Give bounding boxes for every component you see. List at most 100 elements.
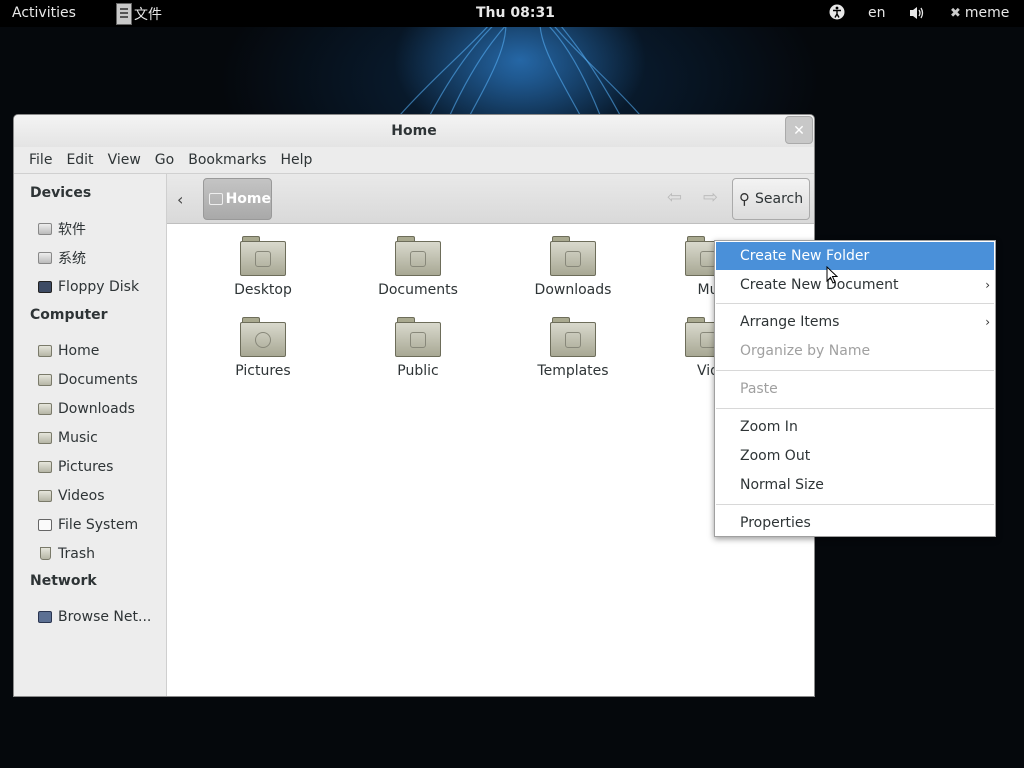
file-label: Documents (378, 282, 458, 298)
file-label: Pictures (235, 363, 291, 379)
menu-item-organize-by-name: Organize by Name (740, 343, 871, 359)
file-label: Public (397, 363, 439, 379)
sidebar-item-label: Floppy Disk (58, 278, 140, 295)
search-label: Search (755, 191, 804, 207)
documents-folder-icon (38, 373, 52, 386)
menu-file[interactable]: File (22, 152, 59, 168)
language-indicator[interactable]: en (868, 5, 886, 21)
floppy-icon (38, 280, 52, 293)
search-button[interactable]: ⚲ Search (732, 178, 810, 220)
menu-item-label: Arrange Items (740, 314, 840, 330)
sidebar-heading-network: Network (30, 573, 97, 589)
disk-icon (38, 222, 52, 235)
app-menu[interactable]: 文件 (116, 0, 162, 27)
activities-button[interactable]: Activities (12, 5, 76, 21)
menu-view[interactable]: View (101, 152, 148, 168)
sidebar-heading-devices: Devices (30, 185, 92, 201)
sidebar-heading-computer: Computer (30, 307, 108, 323)
places-sidebar: Devices 软件 系统 Floppy Disk Computer Home … (14, 174, 167, 696)
menu-item-create-new-folder[interactable]: Create New Folder (716, 242, 994, 270)
window-titlebar[interactable]: Home ✕ (14, 115, 814, 147)
menu-item-zoom-in[interactable]: Zoom In (716, 413, 994, 441)
network-icon (38, 610, 52, 623)
downloads-folder-icon (38, 402, 52, 415)
menu-item-label: Create New Document (740, 277, 899, 293)
file-item-documents[interactable]: Documents (358, 236, 478, 298)
forward-arrow-icon[interactable]: ⇨ (703, 187, 718, 208)
sidebar-item-software[interactable]: 软件 (14, 214, 166, 243)
user-status-icon: ✖ (950, 5, 961, 21)
accessibility-icon[interactable] (829, 4, 845, 24)
menu-separator (716, 370, 994, 371)
sidebar-item-browse-network[interactable]: Browse Net... (14, 602, 166, 631)
file-manager-icon (116, 2, 132, 25)
sidebar-item-documents[interactable]: Documents (14, 365, 166, 394)
sidebar-item-videos[interactable]: Videos (14, 481, 166, 510)
filesystem-icon (38, 518, 52, 531)
videos-folder-icon (38, 489, 52, 502)
sidebar-item-trash[interactable]: Trash (14, 539, 166, 568)
desktop-folder-icon (240, 236, 286, 276)
sidebar-item-label: Browse Net... (58, 608, 152, 625)
breadcrumb-home[interactable]: Home (203, 178, 272, 220)
menu-bookmarks[interactable]: Bookmarks (181, 152, 273, 168)
close-button[interactable]: ✕ (785, 116, 813, 144)
sidebar-item-system[interactable]: 系统 (14, 243, 166, 272)
close-icon: ✕ (793, 123, 805, 139)
sidebar-item-label: Trash (58, 545, 95, 562)
music-folder-icon (38, 431, 52, 444)
sidebar-item-label: Documents (58, 371, 138, 388)
menu-item-zoom-out[interactable]: Zoom Out (716, 442, 994, 470)
sidebar-item-file-system[interactable]: File System (14, 510, 166, 539)
home-folder-icon (209, 193, 223, 205)
sidebar-item-label: Home (58, 342, 100, 359)
sidebar-item-music[interactable]: Music (14, 423, 166, 452)
file-label: Templates (537, 363, 609, 379)
public-folder-icon (395, 317, 441, 357)
sidebar-item-pictures[interactable]: Pictures (14, 452, 166, 481)
breadcrumb-label: Home (225, 191, 271, 207)
user-menu[interactable]: ✖ meme (950, 5, 1009, 21)
home-folder-icon (38, 344, 52, 357)
back-arrow-icon[interactable]: ⇦ (667, 187, 682, 208)
chevron-right-icon: › (985, 278, 990, 292)
file-item-templates[interactable]: Templates (513, 317, 633, 379)
file-item-desktop[interactable]: Desktop (203, 236, 323, 298)
menu-item-create-new-document[interactable]: Create New Document › (716, 271, 994, 299)
templates-folder-icon (550, 317, 596, 357)
sidebar-item-floppy[interactable]: Floppy Disk (14, 272, 166, 301)
file-label: Downloads (534, 282, 612, 298)
menu-item-arrange-items[interactable]: Arrange Items › (716, 308, 994, 336)
chevron-right-icon: › (985, 315, 990, 329)
top-bar: Activities 文件 Thu 08:31 en ✖ meme (0, 0, 1024, 27)
menu-item-paste: Paste (740, 381, 778, 397)
pictures-folder-icon (38, 460, 52, 473)
file-item-public[interactable]: Public (358, 317, 478, 379)
file-item-downloads[interactable]: Downloads (513, 236, 633, 298)
chevron-left-icon[interactable]: ‹ (177, 190, 183, 209)
clock[interactable]: Thu 08:31 (476, 5, 555, 21)
sidebar-item-label: 软件 (58, 221, 86, 238)
sidebar-item-label: Pictures (58, 458, 114, 475)
sidebar-item-downloads[interactable]: Downloads (14, 394, 166, 423)
file-item-pictures[interactable]: Pictures (203, 317, 323, 379)
toolbar: ‹ Home ⇦ ⇨ ⚲ Search (167, 174, 814, 224)
documents-folder-icon (395, 236, 441, 276)
menu-item-normal-size[interactable]: Normal Size (716, 471, 994, 499)
menu-bar: File Edit View Go Bookmarks Help (14, 147, 814, 174)
menu-edit[interactable]: Edit (59, 152, 100, 168)
pictures-folder-icon (240, 317, 286, 357)
window-title: Home (391, 123, 437, 139)
sidebar-item-label: 系统 (58, 250, 86, 267)
app-menu-label: 文件 (134, 6, 162, 23)
menu-item-properties[interactable]: Properties (716, 509, 994, 537)
menu-separator (716, 303, 994, 304)
menu-help[interactable]: Help (273, 152, 319, 168)
sidebar-item-home[interactable]: Home (14, 336, 166, 365)
file-manager-window: Home ✕ File Edit View Go Bookmarks Help … (13, 114, 815, 697)
menu-separator (716, 408, 994, 409)
menu-go[interactable]: Go (148, 152, 181, 168)
disk-icon (38, 251, 52, 264)
volume-icon[interactable] (908, 5, 926, 25)
sidebar-item-label: Music (58, 429, 98, 446)
